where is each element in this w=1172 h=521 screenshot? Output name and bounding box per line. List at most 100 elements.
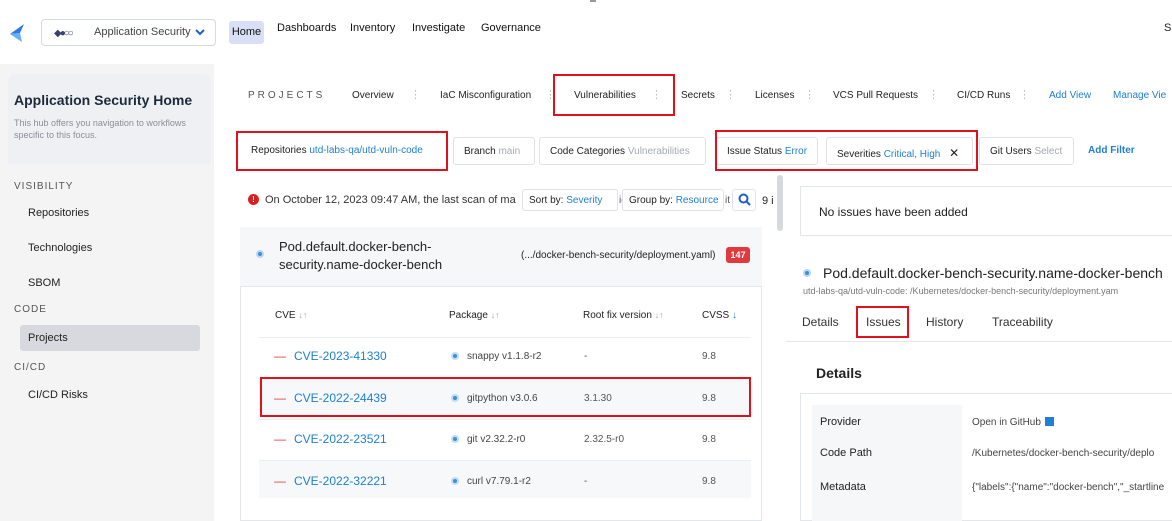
fix-version-cell: - xyxy=(584,476,588,487)
tab-licenses[interactable]: Licenses xyxy=(755,90,794,101)
package-name: curl v7.79.1-r2 xyxy=(467,476,531,487)
cvss-cell: 9.8 xyxy=(702,351,716,362)
application-selector[interactable]: ◆●○○ Application Security xyxy=(41,19,216,46)
tab-history[interactable]: History xyxy=(926,315,963,329)
detail-label-provider: Provider xyxy=(820,416,861,428)
details-header: Details xyxy=(800,352,1172,394)
cvss-cell: 9.8 xyxy=(702,476,716,487)
sidebar-item-repositories[interactable]: Repositories xyxy=(28,207,89,219)
tab-vcs-pull-requests[interactable]: VCS Pull Requests xyxy=(833,90,918,101)
filter-git-users-value: Select xyxy=(1034,146,1063,157)
tab-separator: ⋮ xyxy=(410,89,421,101)
column-header-cve-label: CVE xyxy=(275,310,296,321)
manage-view-link[interactable]: Manage Vie xyxy=(1113,90,1172,101)
section-visibility: VISIBILITY xyxy=(14,181,74,192)
resource-path: (.../docker-bench-security/deployment.ya… xyxy=(521,250,716,261)
add-filter-button[interactable]: Add Filter xyxy=(1088,145,1135,156)
scan-status-message: On October 12, 2023 09:47 AM, the last s… xyxy=(265,194,516,206)
fix-version-cell: - xyxy=(584,351,588,362)
resource-status-icon xyxy=(256,250,264,258)
sidebar-item-sbom[interactable]: SBOM xyxy=(28,277,60,289)
detail-value-metadata: {"labels":{"name":"docker-bench","_start… xyxy=(972,482,1165,493)
chevron-down-icon xyxy=(195,29,205,36)
package-icon xyxy=(451,477,459,485)
group-by-dropdown[interactable]: Group by: Resource xyxy=(622,189,724,211)
detail-label-metadata: Metadata xyxy=(820,481,866,493)
tab-secrets[interactable]: Secrets xyxy=(681,90,715,101)
sidebar-item-technologies[interactable]: Technologies xyxy=(28,242,92,254)
search-icon xyxy=(738,193,751,206)
highlight-box-vulnerabilities-tab xyxy=(553,74,675,116)
filter-git-users-label: Git Users xyxy=(990,146,1032,157)
no-issues-text: No issues have been added xyxy=(819,205,968,219)
sort-by-dropdown[interactable]: Sort by: Severity xyxy=(522,189,618,211)
tab-iac-misconfiguration[interactable]: IaC Misconfiguration xyxy=(440,90,531,101)
nav-home[interactable]: Home xyxy=(229,21,264,44)
filter-code-categories[interactable]: Code Categories Vulnerabilities xyxy=(539,137,706,165)
app-switcher-icon: ◆●○○ xyxy=(54,28,74,39)
resource-title[interactable]: Pod.default.docker-bench-security.name-d… xyxy=(279,238,479,274)
filter-code-categories-label: Code Categories xyxy=(550,146,626,157)
panel-resource-subtitle: utd-labs-qa/utd-vuln-code: /Kubernetes/d… xyxy=(803,286,1119,296)
group-by-value: Resource xyxy=(675,195,719,206)
resource-status-icon xyxy=(803,269,811,277)
group-tail-text: it xyxy=(725,195,730,206)
cve-link[interactable]: — CVE-2023-41330 xyxy=(274,349,387,363)
highlight-box-status-severity-filters xyxy=(715,130,978,171)
group-by-label: Group by: xyxy=(629,195,673,206)
severity-dash-icon: — xyxy=(274,432,286,446)
hub-title: Application Security Home xyxy=(14,92,193,108)
filter-branch-label: Branch xyxy=(464,146,496,157)
window-edge-mark xyxy=(590,0,596,2)
open-in-github-link[interactable]: Open in GitHub xyxy=(972,417,1054,428)
hub-subtitle: This hub offers you navigation to workfl… xyxy=(14,118,186,140)
package-cell: curl v7.79.1-r2 xyxy=(451,476,531,487)
list-scrollbar[interactable] xyxy=(777,175,783,231)
sidebar-item-cicd-risks[interactable]: CI/CD Risks xyxy=(28,389,88,401)
nav-investigate[interactable]: Investigate xyxy=(412,22,465,34)
tab-cicd-runs[interactable]: CI/CD Runs xyxy=(957,90,1010,101)
sort-by-label: Sort by: xyxy=(529,195,564,206)
cve-link[interactable]: — CVE-2022-32221 xyxy=(274,474,387,488)
column-header-fix-version[interactable]: Root fix version ↓↑ xyxy=(583,310,664,321)
sort-icon: ↓↑ xyxy=(298,310,308,320)
search-button[interactable] xyxy=(732,189,756,211)
tab-details[interactable]: Details xyxy=(802,315,839,329)
tab-traceability[interactable]: Traceability xyxy=(992,315,1053,329)
package-cell: snappy v1.1.8-r2 xyxy=(451,351,542,362)
column-header-cvss[interactable]: CVSS ↓ xyxy=(702,310,737,321)
nav-governance[interactable]: Governance xyxy=(481,22,541,34)
details-heading: Details xyxy=(816,365,862,381)
cve-link[interactable]: — CVE-2022-23521 xyxy=(274,432,387,446)
column-header-cve[interactable]: CVE ↓↑ xyxy=(275,310,307,321)
package-icon xyxy=(451,435,459,443)
detail-label-code-path: Code Path xyxy=(820,447,872,459)
filter-branch-value: main xyxy=(498,146,521,157)
filter-git-users[interactable]: Git Users Select xyxy=(979,137,1074,165)
sort-desc-icon: ↓ xyxy=(732,310,738,321)
nav-dashboards[interactable]: Dashboards xyxy=(277,22,336,34)
severity-dash-icon: — xyxy=(274,349,286,363)
error-icon: ! xyxy=(248,194,259,205)
add-view-link[interactable]: Add View xyxy=(1049,90,1091,101)
nav-inventory[interactable]: Inventory xyxy=(350,22,395,34)
fix-version-cell: 2.32.5-r0 xyxy=(584,434,625,445)
sort-icon: ↓↑ xyxy=(654,310,664,320)
highlight-box-cve-row xyxy=(260,377,751,417)
truncated-nav-item[interactable]: S xyxy=(1164,22,1171,34)
app-logo-icon[interactable] xyxy=(8,22,30,44)
section-code: CODE xyxy=(14,304,47,315)
sort-by-value: Severity xyxy=(566,195,603,206)
package-cell: git v2.32.2-r0 xyxy=(451,434,525,445)
tab-overview[interactable]: Overview xyxy=(352,90,394,101)
filter-code-categories-value: Vulnerabilities xyxy=(627,146,690,157)
column-header-package[interactable]: Package ↓↑ xyxy=(449,310,500,321)
panel-resource-title: Pod.default.docker-bench-security.name-d… xyxy=(823,265,1163,281)
highlight-box-issues-tab xyxy=(856,306,909,338)
filter-branch[interactable]: Branch main xyxy=(453,137,535,165)
highlight-box-repositories-filter xyxy=(236,131,448,171)
sidebar-item-projects[interactable]: Projects xyxy=(28,332,68,344)
severity-dash-icon: — xyxy=(274,474,286,488)
external-link-icon xyxy=(1044,417,1054,426)
cvss-cell: 9.8 xyxy=(702,434,716,445)
